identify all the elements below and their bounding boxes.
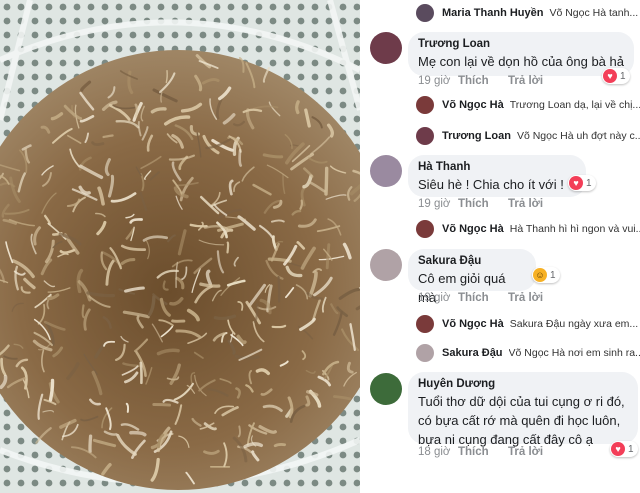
avatar[interactable]	[416, 220, 434, 238]
commenter-name[interactable]: Huyên Dương	[418, 378, 628, 390]
reaction-count[interactable]: ♥ 1	[568, 175, 596, 191]
like-button[interactable]: Thích	[458, 446, 508, 458]
reply-button[interactable]: Trả lời	[508, 292, 543, 304]
reply-comment: Trương Loan Võ Ngọc Hà uh đợt này c...	[416, 127, 640, 145]
avatar[interactable]	[416, 96, 434, 114]
comment-bubble: Trương Loan Mẹ con lại về dọn hồ của ông…	[408, 32, 634, 76]
comment-text: Mẹ con lại về dọn hồ của ông bà hả	[418, 54, 624, 69]
like-button[interactable]: Thích	[458, 75, 508, 87]
shrimp-texture	[238, 149, 243, 167]
avatar[interactable]	[370, 32, 402, 64]
shrimp-texture	[102, 134, 114, 139]
heart-icon: ♥	[611, 442, 625, 456]
commenter-name[interactable]: Hà Thanh	[418, 161, 576, 173]
comment-text: Võ Ngọc Hà uh đợt này c...	[516, 130, 640, 142]
commenter-name[interactable]: Trương Loan	[418, 38, 624, 50]
comment-bubble: Hà Thanh Siêu hè ! Chia cho ít với !	[408, 155, 586, 197]
timestamp[interactable]: 18 giờ	[418, 446, 458, 458]
shrimp-basket-photo	[0, 0, 360, 493]
commenter-name[interactable]: Maria Thanh Huyền	[442, 7, 543, 19]
reply-comment: Võ Ngọc Hà Trương Loan dạ, lại về chị...	[416, 96, 640, 114]
timestamp[interactable]: 19 giờ	[418, 292, 458, 304]
comment-actions: 19 giờ Thích Trả lời	[418, 198, 543, 210]
comment-thread: Maria Thanh Huyền Võ Ngọc Hà tanh... Trư…	[362, 0, 640, 493]
haha-icon: ☺	[533, 268, 547, 282]
avatar[interactable]	[370, 373, 402, 405]
comment-text: Sakura Đậu ngày xưa em...	[509, 318, 639, 330]
avatar[interactable]	[416, 344, 434, 362]
comment-actions: 18 giờ Thích Trả lời	[418, 446, 543, 458]
shrimp-texture	[129, 430, 147, 437]
shrimp-texture	[81, 304, 85, 319]
comment-text: Trương Loan dạ, lại về chị...	[509, 99, 640, 111]
avatar[interactable]	[416, 315, 434, 333]
shrimp-texture	[295, 100, 300, 115]
comment-text: Võ Ngọc Hà nơi em sinh ra...	[508, 347, 640, 359]
commenter-name[interactable]: Võ Ngọc Hà	[442, 223, 504, 235]
reaction-count[interactable]: ☺ 1	[532, 267, 560, 283]
shrimp-texture	[273, 443, 286, 448]
commenter-name[interactable]: Sakura Đậu	[418, 255, 526, 267]
comment-actions: 19 giờ Thích Trả lời	[418, 292, 543, 304]
reply-comment: Maria Thanh Huyền Võ Ngọc Hà tanh...	[416, 4, 638, 22]
comment-actions: 19 giờ Thích Trả lời	[418, 75, 543, 87]
heart-icon: ♥	[569, 176, 583, 190]
commenter-name[interactable]: Võ Ngọc Hà	[442, 99, 504, 111]
reply-comment: Võ Ngọc Hà Hà Thanh hì hì ngon và vui...	[416, 220, 640, 238]
shrimp-texture	[139, 361, 143, 385]
shrimp-texture	[88, 434, 93, 454]
avatar[interactable]	[416, 4, 434, 22]
reply-button[interactable]: Trả lời	[508, 446, 543, 458]
comment-text: Siêu hè ! Chia cho ít với !	[418, 177, 564, 192]
shrimp-texture	[152, 403, 172, 407]
comment-bubble: Huyên Dương Tuổi thơ dữ dội của tui cụng…	[408, 372, 638, 447]
commenter-name[interactable]: Võ Ngọc Hà	[442, 318, 504, 330]
like-button[interactable]: Thích	[458, 292, 508, 304]
reply-button[interactable]: Trả lời	[508, 198, 543, 210]
shrimp-texture	[165, 70, 168, 84]
comment-text: Hà Thanh hì hì ngon và vui...	[509, 223, 640, 235]
commenter-name[interactable]: Trương Loan	[442, 130, 511, 142]
comment-bubble: Sakura Đậu Cô em giỏi quá mà	[408, 249, 536, 305]
avatar[interactable]	[370, 155, 402, 187]
comment-text-line: có bựa cất rớ mà quên đi học luôn,	[418, 413, 621, 428]
timestamp[interactable]: 19 giờ	[418, 75, 458, 87]
comment-text-line: Tuổi thơ dữ dội của tui cụng ơ ri đó,	[418, 394, 625, 409]
shrimp-texture	[305, 395, 311, 407]
like-button[interactable]: Thích	[458, 198, 508, 210]
shrimp-texture	[277, 275, 281, 303]
commenter-name[interactable]: Sakura Đậu	[442, 347, 503, 359]
shrimp-texture	[226, 241, 230, 254]
reply-comment: Sakura Đậu Võ Ngọc Hà nơi em sinh ra...	[416, 344, 640, 362]
avatar[interactable]	[416, 127, 434, 145]
comment-text: Võ Ngọc Hà tanh...	[549, 7, 639, 19]
reaction-count[interactable]: ♥ 1	[610, 441, 638, 457]
reply-comment: Võ Ngọc Hà Sakura Đậu ngày xưa em...	[416, 315, 638, 333]
shrimp-texture	[134, 103, 139, 118]
heart-icon: ♥	[603, 69, 617, 83]
reaction-count[interactable]: ♥ 1	[602, 68, 630, 84]
timestamp[interactable]: 19 giờ	[418, 198, 458, 210]
reply-button[interactable]: Trả lời	[508, 75, 543, 87]
shrimp-texture	[324, 166, 329, 196]
avatar[interactable]	[370, 249, 402, 281]
